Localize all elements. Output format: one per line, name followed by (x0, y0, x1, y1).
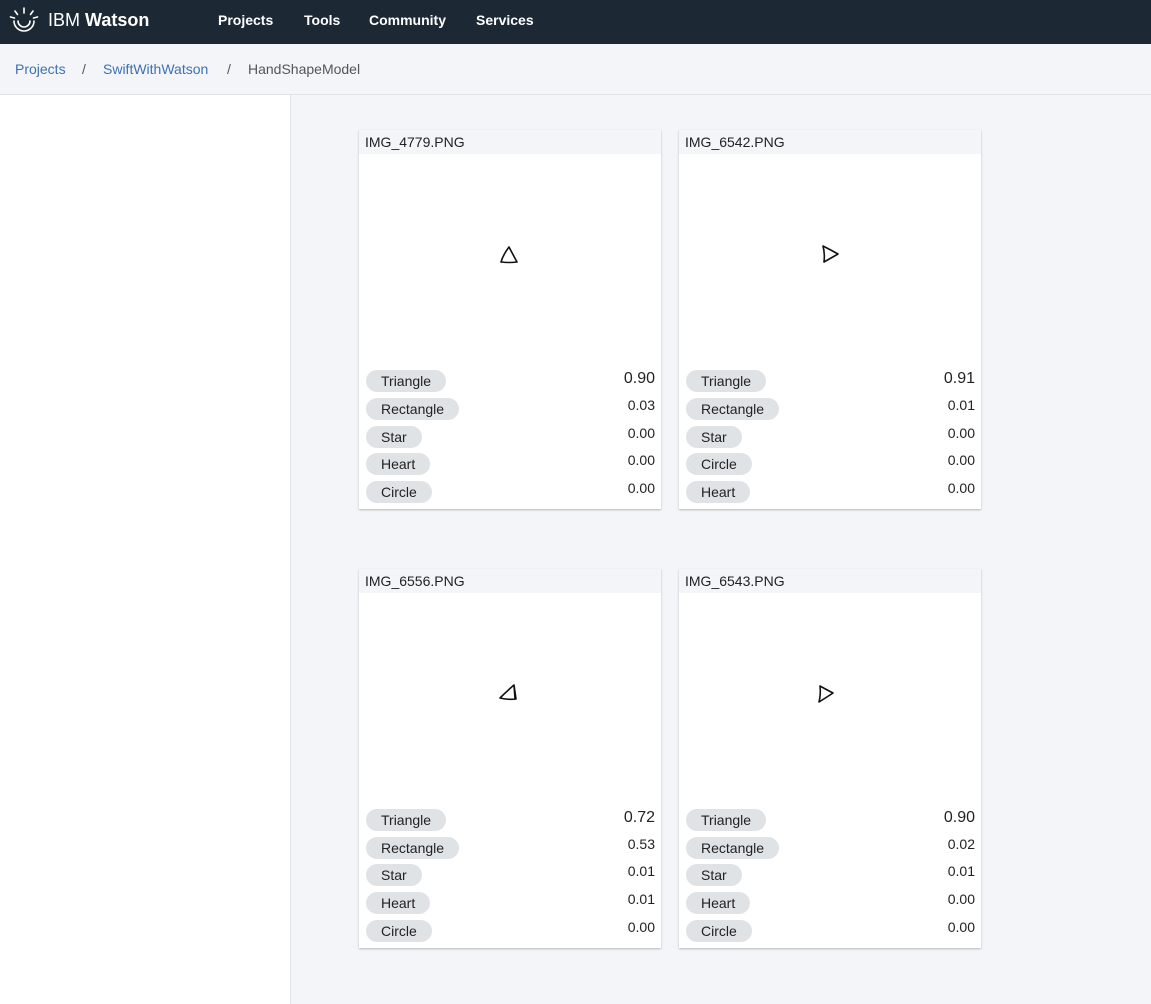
class-score: 0.90 (943, 809, 975, 826)
result-row: Triangle 0.91 (679, 369, 981, 393)
class-score: 0.00 (947, 480, 975, 496)
class-tag[interactable]: Star (686, 426, 742, 448)
result-row: Star 0.00 (359, 425, 661, 449)
breadcrumb-projects[interactable]: Projects (15, 61, 66, 77)
image-filename: IMG_4779.PNG (359, 130, 661, 154)
result-row: Circle 0.00 (359, 919, 661, 943)
top-nav-bar: IBM Watson Projects Tools Community Serv… (0, 0, 1151, 44)
triangle-drawing (499, 684, 517, 701)
result-row: Triangle 0.90 (679, 808, 981, 832)
breadcrumb-separator: / (82, 61, 86, 77)
result-row: Star 0.01 (679, 863, 981, 887)
result-card: IMG_6556.PNG Triangle 0.72 Rectangle 0.5… (359, 569, 661, 948)
result-card: IMG_4779.PNG Triangle 0.90 Rectangle 0.0… (359, 130, 661, 509)
class-score: 0.00 (627, 480, 655, 496)
class-score: 0.00 (947, 891, 975, 907)
class-tag[interactable]: Heart (366, 453, 431, 475)
class-tag[interactable]: Circle (366, 920, 432, 942)
class-tag[interactable]: Triangle (366, 809, 447, 831)
breadcrumb: Projects / SwiftWithWatson / HandShapeMo… (0, 44, 1151, 95)
nav-community[interactable]: Community (369, 12, 446, 28)
image-filename: IMG_6543.PNG (679, 569, 981, 593)
class-tag[interactable]: Triangle (686, 809, 767, 831)
image-filename: IMG_6556.PNG (359, 569, 661, 593)
result-row: Heart 0.00 (679, 480, 981, 504)
triangle-drawing (822, 245, 839, 263)
result-row: Star 0.00 (679, 425, 981, 449)
image-preview[interactable] (359, 154, 661, 369)
breadcrumb-separator: / (227, 61, 231, 77)
class-score: 0.01 (947, 397, 975, 413)
class-score: 0.00 (627, 919, 655, 935)
result-row: Rectangle 0.01 (679, 397, 981, 421)
class-tag[interactable]: Heart (686, 892, 751, 914)
class-score: 0.00 (627, 452, 655, 468)
nav-projects[interactable]: Projects (218, 12, 273, 28)
class-score: 0.00 (947, 425, 975, 441)
class-tag[interactable]: Heart (366, 892, 431, 914)
class-tag[interactable]: Circle (686, 453, 752, 475)
class-score: 0.90 (623, 370, 655, 387)
class-tag[interactable]: Star (686, 864, 742, 886)
result-row: Triangle 0.90 (359, 369, 661, 393)
breadcrumb-current: HandShapeModel (248, 61, 361, 77)
class-tag[interactable]: Rectangle (686, 398, 780, 420)
image-filename: IMG_6542.PNG (679, 130, 981, 154)
result-card: IMG_6542.PNG Triangle 0.91 Rectangle 0.0… (679, 130, 981, 509)
brand-title[interactable]: IBM Watson (48, 10, 149, 31)
triangle-drawing (500, 246, 518, 264)
triangle-drawing (818, 685, 834, 703)
brand-prefix: IBM (48, 10, 81, 30)
nav-services[interactable]: Services (476, 12, 534, 28)
class-tag[interactable]: Star (366, 864, 422, 886)
breadcrumb-project[interactable]: SwiftWithWatson (103, 61, 208, 77)
image-preview[interactable] (679, 593, 981, 808)
image-preview[interactable] (359, 593, 661, 808)
result-row: Circle 0.00 (679, 452, 981, 476)
nav-tools[interactable]: Tools (304, 12, 340, 28)
result-row: Rectangle 0.53 (359, 836, 661, 860)
class-score: 0.01 (947, 863, 975, 879)
class-score: 0.72 (623, 809, 655, 826)
class-score: 0.03 (627, 397, 655, 413)
class-score: 0.00 (947, 452, 975, 468)
result-row: Heart 0.00 (359, 452, 661, 476)
brand-name: Watson (85, 10, 150, 30)
result-row: Circle 0.00 (679, 919, 981, 943)
class-tag[interactable]: Star (366, 426, 422, 448)
result-row: Heart 0.01 (359, 891, 661, 915)
result-card: IMG_6543.PNG Triangle 0.90 Rectangle 0.0… (679, 569, 981, 948)
class-tag[interactable]: Triangle (366, 370, 447, 392)
image-preview[interactable] (679, 154, 981, 369)
class-tag[interactable]: Rectangle (366, 837, 460, 859)
sidebar (0, 95, 291, 1004)
class-tag[interactable]: Rectangle (686, 837, 780, 859)
class-tag[interactable]: Circle (366, 481, 432, 503)
result-row: Heart 0.00 (679, 891, 981, 915)
result-row: Circle 0.00 (359, 480, 661, 504)
class-tag[interactable]: Heart (686, 481, 751, 503)
class-score: 0.00 (947, 919, 975, 935)
class-score: 0.01 (627, 891, 655, 907)
watson-logo-icon[interactable] (8, 5, 40, 37)
result-row: Rectangle 0.03 (359, 397, 661, 421)
class-score: 0.00 (627, 425, 655, 441)
class-score: 0.01 (627, 863, 655, 879)
class-score: 0.53 (627, 836, 655, 852)
class-tag[interactable]: Circle (686, 920, 752, 942)
class-score: 0.02 (947, 836, 975, 852)
class-tag[interactable]: Triangle (686, 370, 767, 392)
result-row: Star 0.01 (359, 863, 661, 887)
result-row: Triangle 0.72 (359, 808, 661, 832)
class-tag[interactable]: Rectangle (366, 398, 460, 420)
class-score: 0.91 (943, 370, 975, 387)
result-row: Rectangle 0.02 (679, 836, 981, 860)
